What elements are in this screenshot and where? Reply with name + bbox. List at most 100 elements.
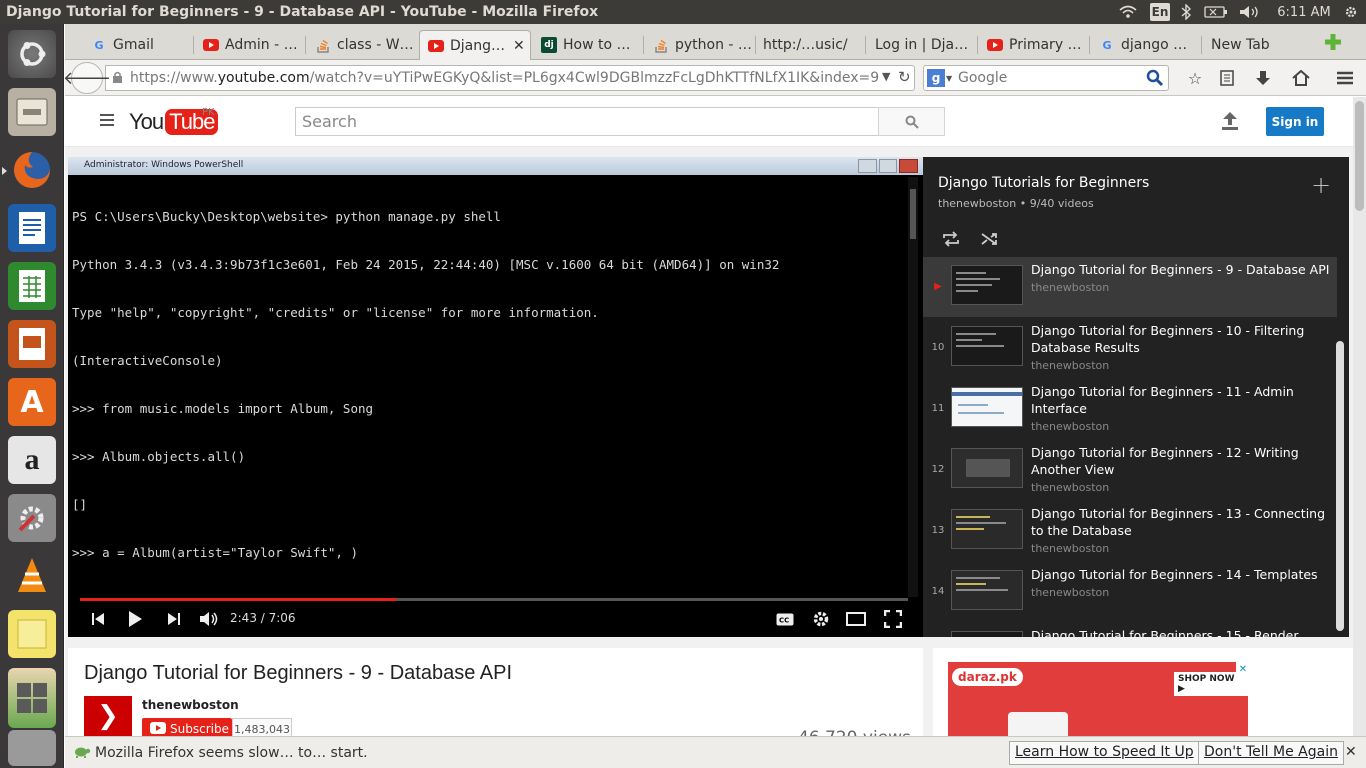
dont-tell-button[interactable]: Don't Tell Me Again xyxy=(1198,741,1344,765)
subscribe-button[interactable]: Subscribe xyxy=(142,718,232,736)
tab-django-login[interactable]: Log in | Dja… xyxy=(867,30,975,60)
back-button[interactable]: 🡐 xyxy=(63,62,111,94)
video-player[interactable]: Administrator: Windows PowerShell PS C:\… xyxy=(68,157,923,637)
trash-icon[interactable] xyxy=(8,730,56,766)
writer-icon[interactable] xyxy=(8,204,56,252)
volume-icon[interactable] xyxy=(1238,3,1262,21)
sign-in-button[interactable]: Sign in xyxy=(1266,107,1324,136)
tab-python[interactable]: python - … xyxy=(645,30,753,60)
home-icon[interactable] xyxy=(1291,68,1311,88)
software-center-icon[interactable]: A xyxy=(8,378,56,426)
files-icon[interactable] xyxy=(8,88,56,136)
tab-new-tab[interactable]: New Tab xyxy=(1203,30,1311,60)
impress-icon[interactable] xyxy=(8,320,56,368)
clock[interactable]: 6:11 AM xyxy=(1275,3,1333,21)
fullscreen-icon[interactable] xyxy=(882,608,904,630)
settings-gear-icon[interactable] xyxy=(810,608,832,630)
ubuntu-dash-icon[interactable] xyxy=(8,30,56,78)
upload-icon[interactable] xyxy=(1221,111,1239,135)
guide-menu-icon[interactable] xyxy=(99,113,115,131)
close-notification-icon[interactable]: ✕ xyxy=(1345,744,1357,760)
amazon-icon[interactable]: a xyxy=(8,436,56,484)
search-engine-bar[interactable]: g ▼ Google xyxy=(923,65,1169,91)
playlist-item[interactable]: 10 Django Tutorial for Beginners - 10 - … xyxy=(923,318,1337,378)
firefox-icon[interactable] xyxy=(2,146,56,194)
captions-icon[interactable]: CC xyxy=(774,608,796,630)
url-bar[interactable]: https://www.youtube.com/watch?v=uYTiPwEG… xyxy=(105,65,915,91)
wifi-icon[interactable] xyxy=(1117,3,1139,21)
bluetooth-icon[interactable] xyxy=(1178,3,1194,21)
tab-admin[interactable]: Admin - … xyxy=(195,30,303,60)
learn-speed-button[interactable]: Learn How to Speed It Up xyxy=(1009,741,1200,765)
playlist-title[interactable]: Django Tutorials for Beginners xyxy=(938,175,1149,191)
youtube-icon xyxy=(428,38,444,54)
system-gear-icon[interactable] xyxy=(1342,3,1360,21)
tab-django-search[interactable]: G django … xyxy=(1091,30,1199,60)
new-tab-plus-icon[interactable] xyxy=(1323,32,1343,52)
add-playlist-icon[interactable]: + xyxy=(1311,171,1331,199)
playlist-item[interactable]: ▶ Django Tutorial for Beginners - 9 - Da… xyxy=(923,257,1337,317)
ad-banner[interactable]: daraz.pk SHOP NOW ▶ ✕ xyxy=(948,662,1248,736)
tab-how-to[interactable]: dj How to … xyxy=(533,30,641,60)
menu-icon[interactable] xyxy=(1335,68,1355,88)
reload-icon[interactable]: ↻ xyxy=(898,68,911,86)
youtube-search-input[interactable]: Search xyxy=(295,107,879,136)
channel-name[interactable]: thenewboston xyxy=(142,698,239,712)
keyboard-layout-indicator[interactable]: En xyxy=(1150,3,1170,21)
workspace-switcher-icon[interactable] xyxy=(8,668,56,728)
tab-class[interactable]: class - W… xyxy=(307,30,415,60)
url-dropdown-icon[interactable]: ▼ xyxy=(882,70,890,83)
tab-label: Log in | Dja… xyxy=(875,37,969,53)
channel-avatar[interactable]: ❯ xyxy=(84,696,132,736)
playlist-item-title: Django Tutorial for Beginners - 11 - Adm… xyxy=(1031,384,1294,416)
next-icon[interactable] xyxy=(164,608,184,630)
console-line: (InteractiveConsole) xyxy=(72,353,223,368)
google-search-engine-icon[interactable]: g xyxy=(927,69,945,87)
play-icon[interactable] xyxy=(124,608,146,630)
reading-list-icon[interactable] xyxy=(1217,68,1237,88)
tab-label: class - W… xyxy=(337,37,414,53)
tab-primary[interactable]: Primary … xyxy=(979,30,1087,60)
playlist-item-author: thenewboston xyxy=(1031,481,1110,494)
back-arrow-icon: 🡐 xyxy=(62,67,112,89)
google-icon: G xyxy=(1102,38,1112,52)
tab-django-active[interactable]: Djang… ✕ xyxy=(419,30,531,60)
playlist-subtitle: thenewboston • 9/40 videos xyxy=(938,197,1094,210)
playlist-item-title: Django Tutorial for Beginners - 12 - Wri… xyxy=(1031,445,1299,477)
tab-gmail[interactable]: G Gmail xyxy=(83,30,191,60)
engine-dropdown-icon[interactable]: ▼ xyxy=(946,74,952,83)
youtube-search-button[interactable] xyxy=(878,107,945,136)
playlist-item[interactable]: 14 Django Tutorial for Beginners - 14 - … xyxy=(923,562,1337,622)
console-line: >>> Album.objects.all() xyxy=(72,449,246,464)
search-icon[interactable] xyxy=(1146,69,1164,91)
downloads-icon[interactable] xyxy=(1253,68,1273,88)
vlc-icon[interactable] xyxy=(8,552,56,600)
page-scrollbar-thumb[interactable] xyxy=(1355,101,1364,211)
close-tab-icon[interactable]: ✕ xyxy=(513,38,525,54)
calc-icon[interactable] xyxy=(8,262,56,310)
theater-mode-icon[interactable] xyxy=(844,608,868,630)
ad-close-icon[interactable]: ✕ xyxy=(1236,662,1248,676)
page-scrollbar[interactable] xyxy=(1353,97,1366,736)
previous-icon[interactable] xyxy=(88,608,108,630)
turtle-icon xyxy=(73,745,91,763)
playlist-item-title: Django Tutorial for Beginners - 9 - Data… xyxy=(1031,262,1330,277)
console-line: >>> a = Album(artist="Taylor Swift", ) xyxy=(72,545,358,560)
ad-product-image xyxy=(1008,712,1068,736)
playlist-item[interactable]: 11 Django Tutorial for Beginners - 11 - … xyxy=(923,379,1337,439)
video-thumbnail xyxy=(951,265,1023,305)
playlist-item[interactable]: 13 Django Tutorial for Beginners - 13 - … xyxy=(923,501,1337,561)
playlist-item[interactable]: 12 Django Tutorial for Beginners - 12 - … xyxy=(923,440,1337,500)
loop-icon[interactable] xyxy=(939,227,963,251)
bookmark-star-icon[interactable]: ☆ xyxy=(1185,68,1205,88)
sticky-notes-icon[interactable] xyxy=(8,610,56,658)
playlist-item[interactable]: 15 Django Tutorial for Beginners - 15 - … xyxy=(923,623,1337,637)
tab-localhost-music[interactable]: http:/…usic/ xyxy=(755,30,863,60)
video-thumbnail xyxy=(951,509,1023,549)
youtube-icon xyxy=(203,37,219,53)
shuffle-icon[interactable] xyxy=(978,227,1002,251)
battery-icon[interactable] xyxy=(1203,3,1229,21)
system-settings-icon[interactable] xyxy=(8,494,56,542)
playlist-scrollbar[interactable] xyxy=(1335,337,1345,637)
volume-icon[interactable] xyxy=(198,608,220,630)
